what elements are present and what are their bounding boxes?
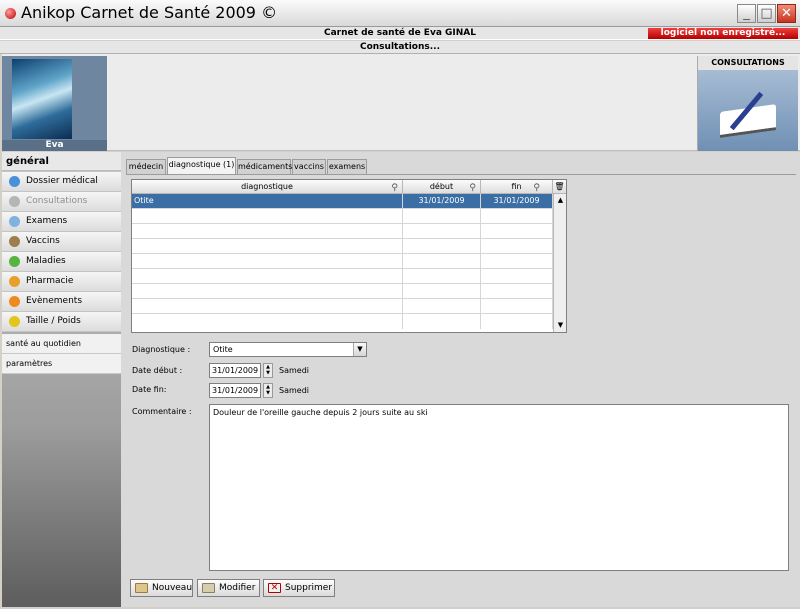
table-cell: 31/01/2009 (403, 194, 481, 209)
diagnostic-grid: diagnostique ⚲ début ⚲ fin ⚲ 🗑 Otite 31/… (131, 179, 567, 333)
pill-icon (9, 276, 20, 287)
sidebar-item-maladies[interactable]: Maladies (2, 252, 121, 272)
sidebar-item-label: Taille / Poids (26, 316, 81, 326)
commentaire-label: Commentaire : (132, 407, 192, 416)
table-row[interactable] (132, 269, 553, 284)
scale-icon (9, 316, 20, 327)
tab-medecin[interactable]: médecin (126, 159, 166, 174)
tab-examens[interactable]: examens (327, 159, 367, 174)
tab-diagnostique[interactable]: diagnostique (1) (167, 157, 236, 174)
magnifier-icon (9, 216, 20, 227)
sidebar-item-pharmacie[interactable]: Pharmacie (2, 272, 121, 292)
sidebar-item-label: Consultations (26, 196, 88, 206)
sidebar-item-label: Evènements (26, 296, 83, 306)
main-panel: médecin diagnostique (1) médicaments vac… (121, 152, 800, 607)
date-fin-day: Samedi (279, 386, 309, 395)
notebook-icon (698, 70, 798, 151)
profile-panel[interactable] (2, 56, 107, 151)
date-fin-spinner[interactable]: ▲ ▼ (263, 383, 273, 398)
table-row[interactable]: Otite 31/01/2009 31/01/2009 (132, 194, 553, 209)
table-row[interactable] (132, 299, 553, 314)
stethoscope-icon (9, 196, 20, 207)
syringe-icon (9, 236, 20, 247)
trash-icon[interactable]: 🗑 (553, 180, 566, 194)
table-row[interactable] (132, 209, 553, 224)
modifier-label: Modifier (219, 583, 256, 593)
date-debut-field[interactable]: 31/01/2009 (209, 363, 261, 378)
table-row[interactable] (132, 239, 553, 254)
sidebar-item-evenements[interactable]: Evènements (2, 292, 121, 312)
column-header-label: début (429, 182, 454, 191)
column-header-diagnostique[interactable]: diagnostique ⚲ (132, 180, 403, 194)
sidebar-item-examens[interactable]: Examens (2, 212, 121, 232)
banner (2, 54, 800, 151)
sidebar-item-taille-poids[interactable]: Taille / Poids (2, 312, 121, 332)
scroll-down-icon[interactable]: ▼ (554, 319, 567, 332)
diagnostique-label: Diagnostique : (132, 345, 191, 354)
window-title: Anikop Carnet de Santé 2009 © (21, 3, 278, 22)
sidebar-section-sante-quotidien[interactable]: santé au quotidien (2, 334, 121, 354)
date-debut-label: Date début : (132, 366, 183, 375)
profile-name: Eva (2, 140, 107, 151)
close-button[interactable]: ✕ (777, 4, 796, 23)
chevron-down-icon[interactable]: ▼ (353, 343, 366, 356)
avatar (12, 59, 72, 139)
medical-file-icon (9, 176, 20, 187)
column-header-fin[interactable]: fin ⚲ (481, 180, 553, 194)
virus-icon (9, 256, 20, 267)
modifier-button[interactable]: Modifier (197, 579, 260, 597)
app-icon (5, 8, 16, 19)
module-panel: CONSULTATIONS (697, 56, 798, 151)
nouveau-button[interactable]: Nouveau (130, 579, 193, 597)
diagnostique-value: Otite (213, 345, 233, 354)
unregistered-badge[interactable]: logiciel non enregistré... (648, 28, 798, 39)
sidebar-item-label: Maladies (26, 256, 66, 266)
diagnostique-select[interactable]: Otite ▼ (209, 342, 367, 357)
date-fin-label: Date fin: (132, 385, 167, 394)
section-header: Consultations... (0, 41, 800, 54)
date-debut-day: Samedi (279, 366, 309, 375)
minimize-button[interactable]: _ (737, 4, 756, 23)
sidebar-section-parametres[interactable]: paramètres (2, 354, 121, 374)
table-row[interactable] (132, 314, 553, 329)
table-cell: 31/01/2009 (481, 194, 553, 209)
lightning-icon (9, 296, 20, 307)
delete-icon: ✕ (268, 583, 281, 593)
sidebar: général Dossier médical Consultations Ex… (2, 152, 121, 607)
grid-scrollbar[interactable]: ▲ ▼ (553, 194, 566, 332)
tab-medicaments[interactable]: médicaments (237, 159, 292, 174)
column-header-label: diagnostique (241, 182, 293, 191)
sidebar-item-label: Dossier médical (26, 176, 98, 186)
tab-panel-border (126, 174, 796, 175)
sidebar-item-label: Examens (26, 216, 68, 226)
edit-icon (202, 583, 215, 593)
folder-icon (135, 583, 148, 593)
maximize-button[interactable]: □ (757, 4, 776, 23)
table-row[interactable] (132, 284, 553, 299)
tab-vaccins[interactable]: vaccins (292, 159, 326, 174)
column-header-debut[interactable]: début ⚲ (403, 180, 481, 194)
sidebar-item-label: Pharmacie (26, 276, 74, 286)
date-fin-field[interactable]: 31/01/2009 (209, 383, 261, 398)
supprimer-button[interactable]: ✕ Supprimer (263, 579, 335, 597)
sidebar-item-vaccins[interactable]: Vaccins (2, 232, 121, 252)
column-header-label: fin (511, 182, 522, 191)
table-row[interactable] (132, 254, 553, 269)
title-bar: Anikop Carnet de Santé 2009 © _ □ ✕ (0, 0, 800, 27)
commentaire-textarea[interactable]: Douleur de l'oreille gauche depuis 2 jou… (209, 404, 789, 571)
sidebar-item-dossier-medical[interactable]: Dossier médical (2, 172, 121, 192)
table-cell: Otite (132, 194, 403, 209)
supprimer-label: Supprimer (285, 583, 333, 593)
module-title: CONSULTATIONS (711, 58, 785, 67)
sidebar-item-consultations[interactable]: Consultations (2, 192, 121, 212)
scroll-up-icon[interactable]: ▲ (554, 194, 567, 207)
date-debut-spinner[interactable]: ▲ ▼ (263, 363, 273, 378)
sidebar-item-label: Vaccins (26, 236, 60, 246)
table-row[interactable] (132, 224, 553, 239)
sidebar-heading: général (2, 152, 121, 171)
nouveau-label: Nouveau (152, 583, 193, 593)
